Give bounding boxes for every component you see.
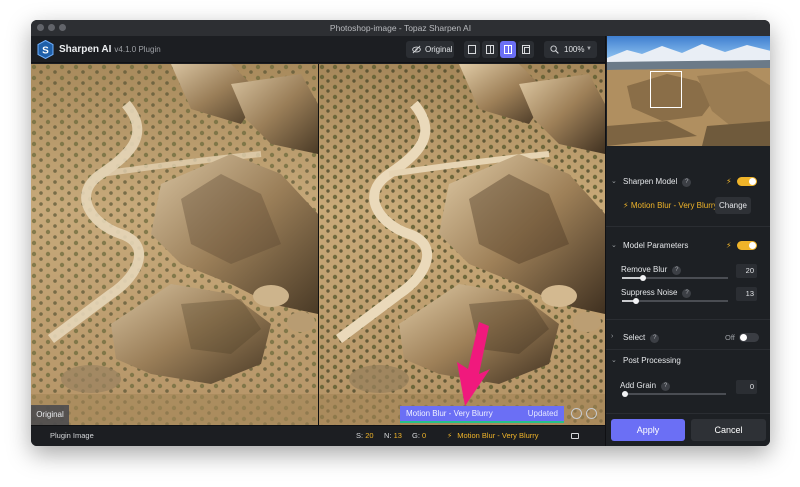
remove-blur-slider[interactable] [622,275,728,281]
suppress-noise-label: Suppress Noise? [621,288,692,298]
selected-model: ⚡ Motion Blur - Very Blurry [623,201,718,210]
stat-n: N: 13 [384,426,402,446]
lightning-bolt-icon: ⚡ [726,241,732,250]
model-parameters-toggle[interactable] [737,241,757,250]
add-grain-label-text: Add Grain [620,381,657,390]
sharpen-model-title: Sharpen Model? [623,177,692,187]
magnifier-icon [550,45,559,54]
chevron-down-icon: ⌄ [611,242,617,249]
stat-s: S: 20 [356,426,374,446]
zoom-level: 100% [564,45,585,54]
remove-blur-label-text: Remove Blur [621,265,668,274]
split-view-button[interactable] [482,41,498,58]
settings-panel: ⌄ Sharpen Model? ⚡ ⚡ Motion Blur - Very … [605,36,770,446]
show-original-label: Original [425,45,453,54]
side-by-side-view-button[interactable] [500,41,516,58]
smiley-icon[interactable] [571,408,582,419]
status-model-name: Motion Blur - Very Blurry [406,409,493,418]
divider [606,349,770,350]
title-bar: Photoshop-image - Topaz Sharpen AI [31,20,770,36]
cancel-button[interactable]: Cancel [691,419,766,441]
original-image [31,64,318,425]
status-model-text: Motion Blur - Very Blurry [457,431,539,440]
chevron-down-icon: ⌄ [611,357,617,364]
divider [606,319,770,320]
help-icon[interactable]: ? [650,334,660,343]
side-by-side-view-icon [504,45,512,54]
lightning-bolt-icon: ⚡ [447,431,453,440]
model-parameters-title: Model Parameters [623,241,689,250]
add-grain-label: Add Grain? [620,381,671,391]
stat-s-value: 20 [365,431,374,440]
add-grain-slider-knob[interactable] [622,391,628,397]
post-processing-title: Post Processing [623,356,681,365]
original-preview[interactable] [31,64,318,425]
show-original-button[interactable]: Original [406,41,454,58]
help-icon[interactable]: ? [672,266,682,275]
change-model-button[interactable]: Change [715,197,751,214]
sharpen-model-title-text: Sharpen Model [623,177,678,186]
selected-model-text: Motion Blur - Very Blurry [630,201,718,210]
add-grain-slider[interactable] [622,391,726,397]
suppress-noise-value[interactable]: 13 [736,287,757,301]
smiley-icon[interactable] [586,408,597,419]
suppress-noise-label-text: Suppress Noise [621,288,678,297]
window-title: Photoshop-image - Topaz Sharpen AI [329,23,472,33]
lightning-bolt-icon: ⚡ [623,201,629,210]
stat-g: G: 0 [412,426,426,446]
navigator-image [607,36,770,146]
suppress-noise-slider[interactable] [622,298,728,304]
help-icon[interactable]: ? [661,382,671,391]
select-toggle[interactable] [739,333,759,342]
svg-text:S: S [42,46,49,57]
original-tag: Original [31,405,69,425]
comparison-view-button[interactable] [518,41,534,58]
remove-blur-label: Remove Blur? [621,265,682,275]
help-icon[interactable]: ? [682,289,692,298]
status-state: Updated [527,409,558,418]
chevron-down-icon: ⌄ [611,178,617,185]
chevron-right-icon: › [611,333,614,340]
apply-button[interactable]: Apply [611,419,685,441]
zoom-dropdown[interactable]: 100% ▼ [544,41,597,58]
app-name-text: Sharpen AI [59,44,112,55]
divider [606,226,770,227]
camera-icon[interactable] [571,433,579,439]
add-grain-value[interactable]: 0 [736,380,757,394]
stat-g-value: 0 [422,431,427,440]
single-view-button[interactable] [464,41,480,58]
single-view-icon [468,45,476,54]
top-toolbar: S Sharpen AI v4.1.0 Plugin Original 100% … [31,36,605,63]
processed-preview[interactable] [319,64,605,425]
remove-blur-slider-knob[interactable] [640,275,646,281]
app-window: Photoshop-image - Topaz Sharpen AI S Sha… [31,20,770,446]
lightning-bolt-icon: ⚡ [726,177,732,186]
sharpen-model-toggle[interactable] [737,177,757,186]
sharpen-ai-logo-icon: S [37,40,54,59]
eye-slash-icon [412,45,421,54]
select-state: Off [725,333,735,342]
stat-n-label: N: [384,431,392,440]
select-title: Select? [623,333,660,343]
remove-blur-value[interactable]: 20 [736,264,757,278]
app-name: Sharpen AI v4.1.0 Plugin [59,44,161,55]
processed-image [319,64,605,425]
model-status-pill: Motion Blur - Very Blurry Updated [400,406,564,423]
help-icon[interactable]: ? [682,178,692,187]
split-view-icon [486,45,494,54]
stat-s-label: S: [356,431,364,440]
plugin-image-label: Plugin Image [50,431,94,440]
status-model: ⚡ Motion Blur - Very Blurry [447,426,539,446]
chevron-down-icon: ▼ [586,46,592,52]
stat-g-label: G: [412,431,420,440]
app-version: v4.1.0 Plugin [114,45,161,54]
navigator-viewport-box[interactable] [650,71,682,108]
status-bar: Plugin Image S: 20 N: 13 G: 0 ⚡ Motion Bl… [31,425,605,446]
suppress-noise-slider-knob[interactable] [633,298,639,304]
navigator-thumbnail[interactable] [607,36,770,146]
comparison-view-icon [522,45,530,54]
select-title-text: Select [623,333,646,342]
stat-n-value: 13 [393,431,402,440]
divider [606,413,770,414]
